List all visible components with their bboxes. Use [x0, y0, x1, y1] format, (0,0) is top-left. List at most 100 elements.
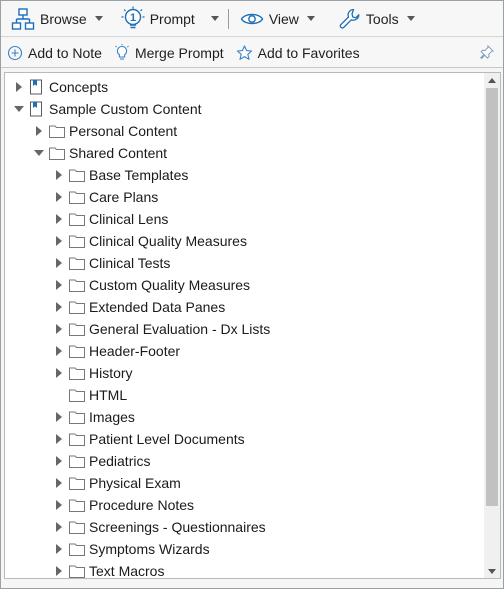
folder-icon	[49, 145, 65, 161]
expand-arrow-icon[interactable]	[53, 186, 65, 208]
pin-icon[interactable]	[480, 45, 494, 59]
folder-icon	[69, 519, 85, 535]
tree-node-label: Sample Custom Content	[49, 101, 202, 117]
folder-icon	[69, 453, 85, 469]
tree-node-shared-content[interactable]: Shared Content	[5, 142, 485, 164]
collapse-arrow-icon[interactable]	[13, 98, 25, 120]
expand-arrow-icon[interactable]	[53, 406, 65, 428]
browse-menu[interactable]: Browse	[9, 3, 105, 35]
tree-node-label: Clinical Tests	[89, 255, 171, 271]
expand-arrow-icon[interactable]	[53, 538, 65, 560]
tree-node-history[interactable]: History	[5, 362, 485, 384]
content-tree: Concepts Sample Custom Content Personal …	[5, 76, 485, 578]
tree-node-procedure-notes[interactable]: Procedure Notes	[5, 494, 485, 516]
tree-node-label: Pediatrics	[89, 453, 151, 469]
browse-menu-label: Browse	[40, 10, 87, 27]
expand-arrow-icon[interactable]	[53, 340, 65, 362]
expand-arrow-icon[interactable]	[53, 472, 65, 494]
tools-menu-label: Tools	[365, 10, 399, 27]
expand-arrow-icon[interactable]	[53, 274, 65, 296]
tree-node-personal-content[interactable]: Personal Content	[5, 120, 485, 142]
scroll-down-button[interactable]	[484, 564, 500, 578]
tree-node-clinical-tests[interactable]: Clinical Tests	[5, 252, 485, 274]
folder-icon	[69, 475, 85, 491]
tree-node-clinical-lens[interactable]: Clinical Lens	[5, 208, 485, 230]
chevron-down-icon	[406, 16, 415, 21]
star-icon	[236, 44, 252, 60]
tree-node-concepts[interactable]: Concepts	[5, 76, 485, 98]
folder-icon	[69, 189, 85, 205]
tree-node-label: General Evaluation - Dx Lists	[89, 321, 271, 337]
folder-icon	[69, 541, 85, 557]
add-to-note-label: Add to Note	[28, 44, 102, 61]
action-bar: Add to Note Merge Prompt Add to Favorite…	[1, 38, 503, 68]
add-to-favorites-button[interactable]: Add to Favorites	[236, 45, 360, 61]
tree-node-label: Patient Level Documents	[89, 431, 245, 447]
content-tree-panel: Concepts Sample Custom Content Personal …	[4, 72, 501, 579]
tools-menu[interactable]: Tools	[337, 3, 417, 35]
tree-node-symptoms-wizards[interactable]: Symptoms Wizards	[5, 538, 485, 560]
expand-arrow-icon[interactable]	[53, 252, 65, 274]
add-circle-icon	[7, 45, 23, 60]
merge-prompt-button[interactable]: Merge Prompt	[114, 43, 224, 62]
tree-node-label: Care Plans	[89, 189, 159, 205]
tree-node-patient-level-documents[interactable]: Patient Level Documents	[5, 428, 485, 450]
tree-node-care-plans[interactable]: Care Plans	[5, 186, 485, 208]
tree-node-images[interactable]: Images	[5, 406, 485, 428]
expand-arrow-icon[interactable]	[53, 428, 65, 450]
collapse-arrow-icon[interactable]	[33, 142, 45, 164]
tree-node-text-macros[interactable]: Text Macros	[5, 560, 485, 578]
expand-arrow-icon[interactable]	[13, 76, 25, 98]
tree-node-base-templates[interactable]: Base Templates	[5, 164, 485, 186]
tree-node-label: Concepts	[49, 79, 109, 95]
add-to-favorites-label: Add to Favorites	[257, 44, 360, 61]
expand-arrow-icon[interactable]	[53, 230, 65, 252]
tree-node-label: Custom Quality Measures	[89, 277, 251, 293]
expand-arrow-icon[interactable]	[53, 450, 65, 472]
expand-arrow-icon[interactable]	[53, 208, 65, 230]
vertical-scrollbar[interactable]	[484, 73, 500, 578]
folder-icon	[69, 321, 85, 337]
tree-node-pediatrics[interactable]: Pediatrics	[5, 450, 485, 472]
scrollbar-thumb[interactable]	[486, 88, 498, 506]
folder-icon	[69, 299, 85, 315]
menu-separator	[227, 8, 229, 29]
tree-node-physical-exam[interactable]: Physical Exam	[5, 472, 485, 494]
expand-arrow-icon[interactable]	[53, 318, 65, 340]
folder-icon	[49, 123, 65, 139]
chevron-down-icon	[94, 16, 103, 21]
tree-node-label: Screenings - Questionnaires	[89, 519, 266, 535]
tree-node-label: Clinical Quality Measures	[89, 233, 247, 249]
tree-node-clinical-quality-measures[interactable]: Clinical Quality Measures	[5, 230, 485, 252]
expand-arrow-icon[interactable]	[33, 120, 45, 142]
folder-icon	[69, 409, 85, 425]
scroll-up-button[interactable]	[484, 73, 500, 87]
expand-arrow-icon[interactable]	[53, 164, 65, 186]
expand-arrow-icon[interactable]	[53, 494, 65, 516]
expand-arrow-icon[interactable]	[53, 516, 65, 538]
add-to-note-button[interactable]: Add to Note	[7, 45, 102, 61]
tree-node-header-footer[interactable]: Header-Footer	[5, 340, 485, 362]
tree-node-sample-custom-content[interactable]: Sample Custom Content	[5, 98, 485, 120]
prompt-menu[interactable]: 1 Prompt	[119, 3, 221, 35]
folder-icon	[69, 387, 85, 403]
tree-node-screenings-questionnaires[interactable]: Screenings - Questionnaires	[5, 516, 485, 538]
tree-node-extended-data-panes[interactable]: Extended Data Panes	[5, 296, 485, 318]
prompt-menu-label: Prompt	[149, 10, 195, 27]
tree-node-html[interactable]: HTML	[5, 384, 485, 406]
eye-icon	[240, 13, 264, 24]
expand-arrow-icon[interactable]	[53, 362, 65, 384]
wrench-icon	[339, 8, 360, 29]
tree-node-general-evaluation-dx-lists[interactable]: General Evaluation - Dx Lists	[5, 318, 485, 340]
expand-arrow-icon[interactable]	[53, 560, 65, 578]
tree-node-custom-quality-measures[interactable]: Custom Quality Measures	[5, 274, 485, 296]
expand-arrow-icon[interactable]	[53, 296, 65, 318]
folder-icon	[69, 167, 85, 183]
tree-node-label: Symptoms Wizards	[89, 541, 210, 557]
tree-node-label: Extended Data Panes	[89, 299, 226, 315]
folder-icon	[69, 211, 85, 227]
view-menu[interactable]: View	[238, 3, 317, 35]
folder-icon	[69, 431, 85, 447]
tree-node-label: Shared Content	[69, 145, 168, 161]
tree-node-label: HTML	[89, 387, 128, 403]
